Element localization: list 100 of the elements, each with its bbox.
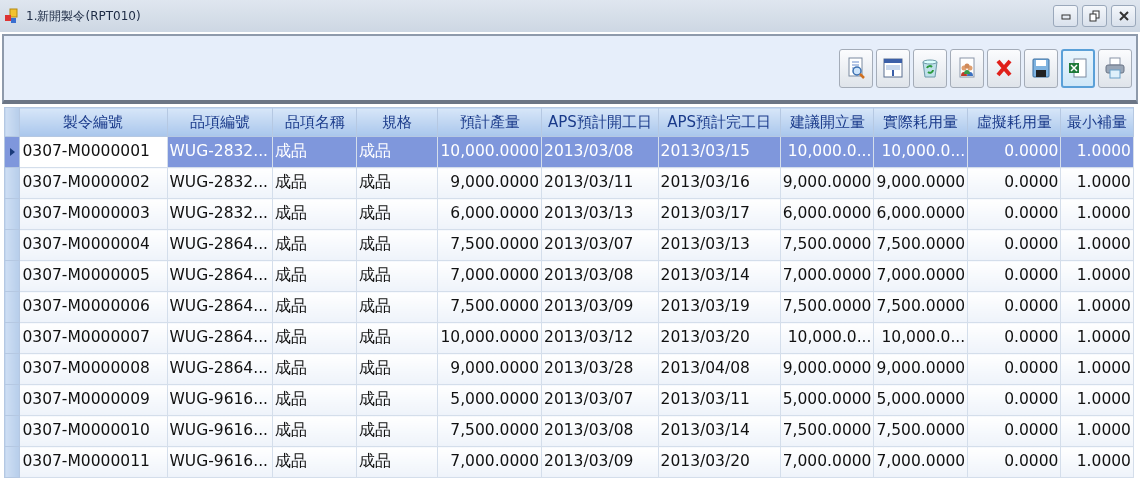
table-cell: 2013/03/16 [658,167,781,199]
table-cell: 7,500.0000 [873,415,968,447]
table-cell: 9,000.0000 [873,353,968,385]
table-cell: 2013/03/09 [541,446,659,478]
column-header[interactable]: 製令編號 [19,107,167,137]
table-cell: 5,000.0000 [437,384,542,416]
minimize-button[interactable] [1053,5,1078,27]
table-cell: 0.0000 [967,322,1061,354]
table-cell: 0.0000 [967,353,1061,385]
window-icon [881,56,905,80]
table-cell: 0.0000 [967,415,1061,447]
table-cell: 成品 [356,167,438,199]
table-cell: 7,500.0000 [873,291,968,323]
printer-icon [1103,56,1127,80]
table-cell: 成品 [356,260,438,292]
spreadsheet-button[interactable] [1061,48,1095,88]
table-cell: 成品 [356,229,438,261]
table-cell: 成品 [272,291,357,323]
table-cell: 1.0000 [1060,384,1134,416]
column-header[interactable]: 建議開立量 [780,107,874,137]
save-icon [1029,56,1053,80]
table-cell: 9,000.0000 [437,353,542,385]
table-cell: 9,000.0000 [780,353,874,385]
table-cell: 7,000.0000 [780,260,874,292]
window-button[interactable] [876,48,910,88]
table-cell: 2013/03/08 [541,415,659,447]
table-cell: 7,500.0000 [780,229,874,261]
table-cell: 10,000.0... [780,136,874,168]
table-cell: 2013/03/09 [541,291,659,323]
table-cell: 成品 [272,322,357,354]
table-cell: 7,500.0000 [780,415,874,447]
spreadsheet-icon [1066,56,1090,80]
table-cell: WUG-2864... [167,353,273,385]
table-cell: WUG-2864... [167,291,273,323]
table-cell: 7,500.0000 [873,229,968,261]
column-header[interactable]: 最小補量 [1060,107,1134,137]
table-cell: 0.0000 [967,260,1061,292]
table-cell: 成品 [356,384,438,416]
table-cell: 成品 [356,446,438,478]
table-cell: 0307-M0000005 [19,260,167,292]
table-cell: 2013/03/07 [541,229,659,261]
table-cell: 0.0000 [967,384,1061,416]
table-cell: WUG-2832... [167,198,273,230]
table-cell: 2013/03/15 [658,136,781,168]
table-cell: 1.0000 [1060,322,1134,354]
table-cell: 5,000.0000 [873,384,968,416]
table-cell: 1.0000 [1060,198,1134,230]
table-cell: WUG-2864... [167,322,273,354]
restore-icon [1089,10,1100,22]
table-cell: 2013/03/19 [658,291,781,323]
table-cell: 成品 [272,229,357,261]
table-cell: 2013/03/08 [541,260,659,292]
table-cell: 2013/03/14 [658,415,781,447]
table-cell: WUG-2864... [167,260,273,292]
table-cell: 成品 [272,415,357,447]
printer-button[interactable] [1098,48,1132,88]
window-title: 1.新開製令(RPT010) [26,8,142,25]
table-cell: 0.0000 [967,291,1061,323]
app-icon [4,8,20,24]
column-header[interactable]: 品項名稱 [272,107,357,137]
table-cell: 7,500.0000 [437,291,542,323]
table-cell: 1.0000 [1060,291,1134,323]
table-cell: 0.0000 [967,198,1061,230]
table-cell: 10,000.0... [780,322,874,354]
table-cell: 成品 [272,167,357,199]
column-header[interactable]: APS預計開工日 [541,107,659,137]
table-cell: 9,000.0000 [873,167,968,199]
table-cell: 7,500.0000 [437,415,542,447]
table-cell: 2013/03/28 [541,353,659,385]
table-cell: 成品 [356,198,438,230]
table-cell: 7,000.0000 [437,446,542,478]
table-cell: 9,000.0000 [780,167,874,199]
preview-button[interactable] [839,48,873,88]
table-cell: 1.0000 [1060,136,1134,168]
column-header[interactable]: 規格 [356,107,438,137]
table-cell: 10,000.0... [873,136,968,168]
table-cell: 9,000.0000 [437,167,542,199]
delete-button[interactable] [987,48,1021,88]
table-cell: 成品 [272,446,357,478]
table-cell: 7,000.0000 [873,260,968,292]
table-cell: 0307-M0000006 [19,291,167,323]
table-cell: 7,000.0000 [873,446,968,478]
column-header[interactable]: 品項編號 [167,107,273,137]
close-button[interactable] [1111,5,1136,27]
column-header[interactable]: 預計產量 [437,107,542,137]
column-header[interactable]: 實際耗用量 [873,107,968,137]
people-button[interactable] [950,48,984,88]
table-cell: 2013/03/17 [658,198,781,230]
table-cell: 0307-M0000007 [19,322,167,354]
table-cell: 0307-M0000009 [19,384,167,416]
table-cell: 7,000.0000 [780,446,874,478]
close-icon [1118,10,1129,22]
table-cell: 2013/03/11 [658,384,781,416]
recycle-bin-button[interactable] [913,48,947,88]
save-button[interactable] [1024,48,1058,88]
table-cell: 2013/03/08 [541,136,659,168]
table-cell: 0.0000 [967,167,1061,199]
column-header[interactable]: 虛擬耗用量 [967,107,1061,137]
column-header[interactable]: APS預計完工日 [658,107,781,137]
table-cell: WUG-2864... [167,229,273,261]
